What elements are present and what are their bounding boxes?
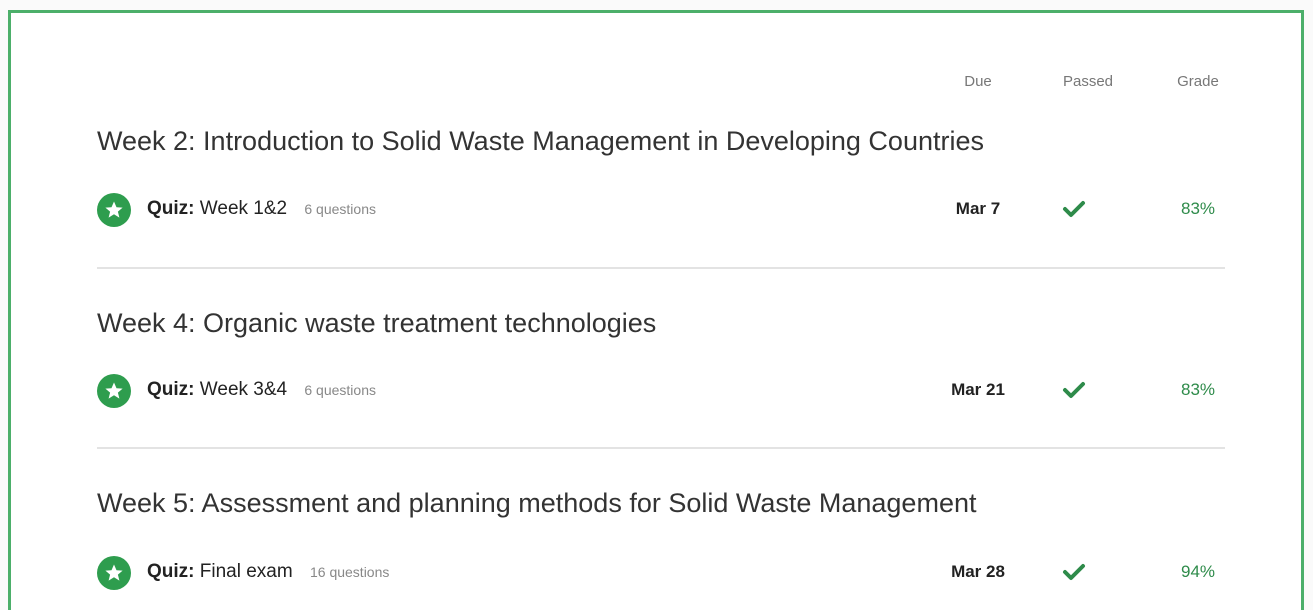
grade-column-header: Grade xyxy=(1177,73,1219,90)
item-kind-label: Quiz: xyxy=(147,198,195,219)
quiz-name: Final exam xyxy=(199,561,293,582)
quiz-name: Week 3&4 xyxy=(199,379,288,400)
due-date: Mar 28 xyxy=(951,562,1005,581)
due-date: Mar 7 xyxy=(955,199,1001,218)
grade-value: 83% xyxy=(1180,380,1216,399)
week-title: Week 2: Introduction to Solid Waste Mana… xyxy=(97,126,984,156)
checkmark-icon xyxy=(1062,380,1086,405)
quiz-link[interactable]: Quiz: Week 3&4 6 questions xyxy=(147,379,376,401)
question-count: 16 questions xyxy=(309,564,390,580)
divider xyxy=(97,447,1225,449)
item-kind-label: Quiz: xyxy=(147,561,195,582)
star-circle-icon xyxy=(97,556,131,590)
due-date: Mar 21 xyxy=(951,380,1005,399)
passed-column-header: Passed xyxy=(1062,73,1114,90)
grade-value: 83% xyxy=(1180,199,1216,218)
quiz-row[interactable]: Quiz: Week 1&2 6 questions Mar 7 83% xyxy=(97,193,1237,227)
checkmark-icon xyxy=(1062,199,1086,224)
grade-value: 94% xyxy=(1180,562,1216,581)
question-count: 6 questions xyxy=(304,201,376,217)
quiz-link[interactable]: Quiz: Week 1&2 6 questions xyxy=(147,198,376,220)
week-title: Week 5: Assessment and planning methods … xyxy=(97,488,977,518)
star-circle-icon xyxy=(97,193,131,227)
divider xyxy=(97,267,1225,269)
question-count: 6 questions xyxy=(304,382,376,398)
quiz-row[interactable]: Quiz: Final exam 16 questions Mar 28 94% xyxy=(97,556,1237,590)
quiz-name: Week 1&2 xyxy=(199,198,288,219)
due-column-header: Due xyxy=(964,73,992,90)
quiz-link[interactable]: Quiz: Final exam 16 questions xyxy=(147,561,389,583)
star-circle-icon xyxy=(97,374,131,408)
item-kind-label: Quiz: xyxy=(147,379,195,400)
week-title: Week 4: Organic waste treatment technolo… xyxy=(97,308,657,338)
quiz-row[interactable]: Quiz: Week 3&4 6 questions Mar 21 83% xyxy=(97,374,1237,408)
checkmark-icon xyxy=(1062,562,1086,587)
grades-panel: Due Passed Grade Week 2: Introduction to… xyxy=(8,10,1304,610)
